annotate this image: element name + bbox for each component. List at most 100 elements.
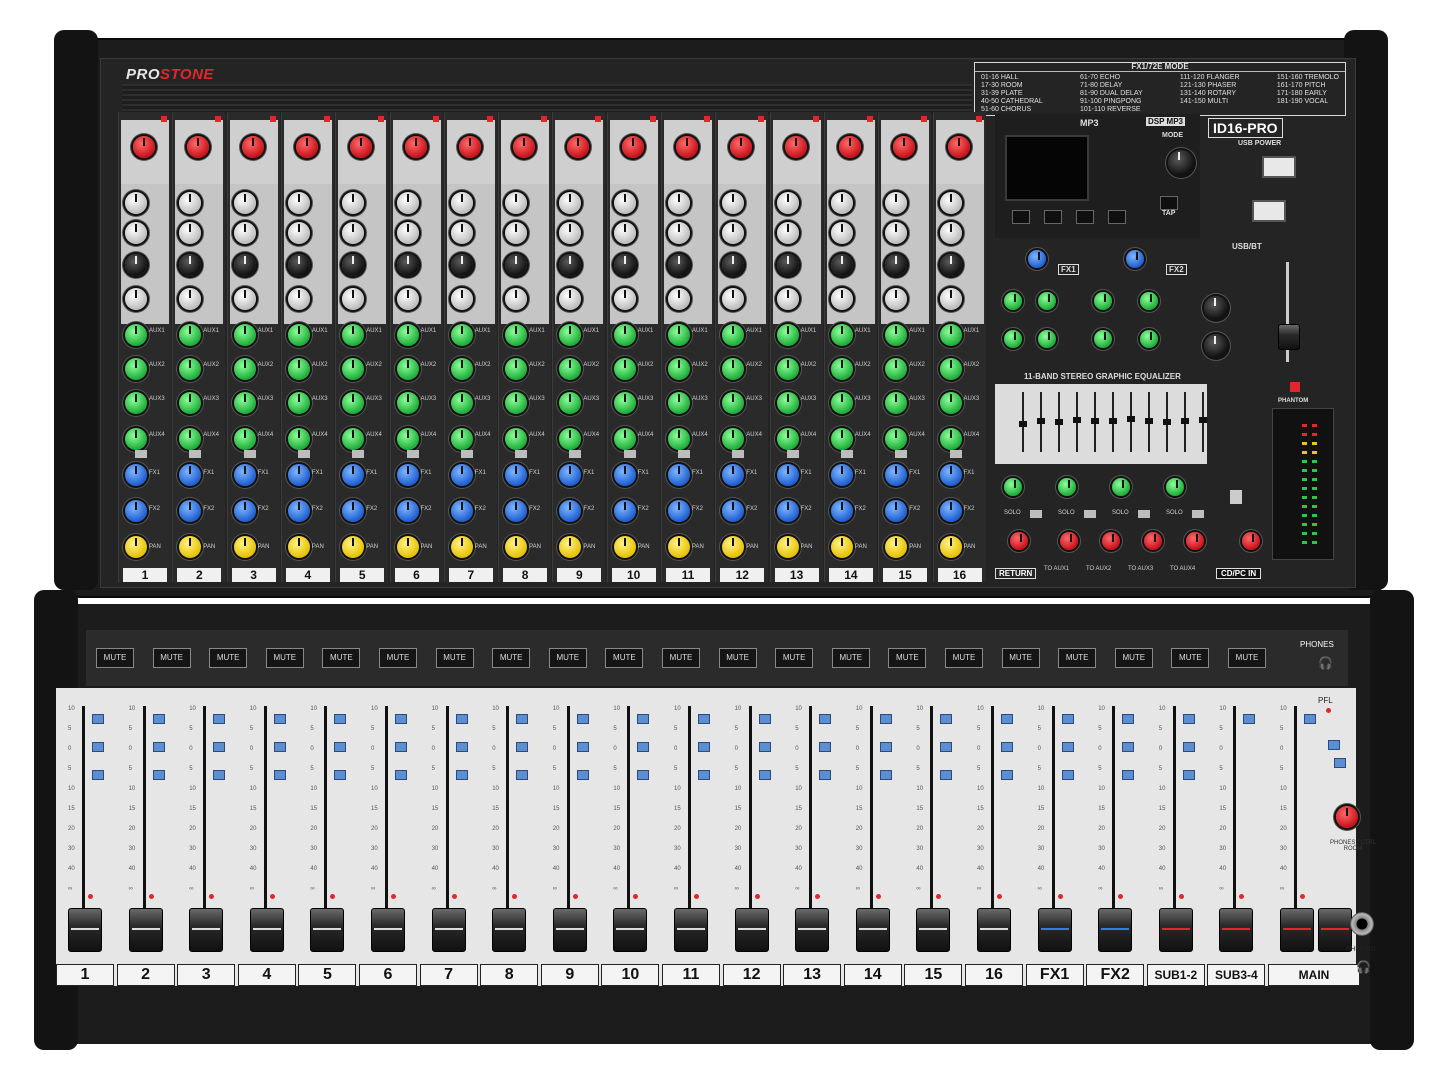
fx2-send-knob[interactable] [505, 500, 528, 522]
cd-rec-switch[interactable] [1230, 490, 1242, 504]
fx2-send-knob[interactable] [287, 500, 310, 522]
pfl-switch[interactable] [895, 450, 908, 458]
usb-playback-port[interactable] [1252, 200, 1286, 222]
sub-assign-button[interactable] [334, 742, 347, 752]
pfl-switch[interactable] [949, 450, 962, 458]
aux-send-knob[interactable] [179, 358, 202, 380]
ctrl-switch-2[interactable] [1334, 758, 1346, 768]
aux-send-knob[interactable] [939, 358, 962, 380]
fx1-send-knob[interactable] [342, 464, 365, 486]
fx2-send-knob[interactable] [559, 500, 582, 522]
sub-assign-button[interactable] [213, 742, 226, 752]
pfl-button[interactable] [637, 714, 650, 724]
aux-send-knob[interactable] [885, 358, 908, 380]
aux-send-knob[interactable] [396, 324, 419, 346]
mute-button[interactable]: MUTE [152, 648, 191, 668]
pan-knob[interactable] [559, 536, 582, 558]
channel-fader[interactable] [310, 908, 345, 952]
pan-knob[interactable] [125, 536, 147, 558]
pan-knob[interactable] [613, 536, 636, 558]
sub-assign-button[interactable] [879, 742, 892, 752]
fx2-send-knob[interactable] [233, 500, 256, 522]
sub-assign-button[interactable] [92, 742, 104, 752]
pan-knob[interactable] [830, 536, 853, 558]
sub-assign-button[interactable] [1182, 770, 1195, 780]
pfl-switch[interactable] [840, 450, 853, 458]
geq-slider[interactable] [1037, 418, 1045, 424]
geq-slider[interactable] [1163, 419, 1171, 426]
fx1-send-knob[interactable] [939, 464, 962, 486]
aux-send-knob[interactable] [450, 324, 473, 346]
sub-assign-button[interactable] [698, 770, 710, 780]
pfl-switch[interactable] [189, 450, 202, 458]
geq-slider[interactable] [1073, 416, 1081, 423]
aux-send-knob[interactable] [939, 428, 962, 450]
fx1-send-knob[interactable] [613, 464, 636, 486]
aux-send-knob[interactable] [668, 392, 690, 414]
fx2-send-knob[interactable] [776, 500, 799, 522]
aux-send-knob[interactable] [668, 324, 690, 346]
sub-assign-button[interactable] [152, 742, 165, 752]
channel-fader[interactable] [189, 908, 224, 952]
eq-mid-freq-knob[interactable] [505, 254, 528, 276]
aux-send-knob[interactable] [830, 428, 853, 450]
eq-mid-freq-knob[interactable] [776, 254, 799, 276]
mute-button[interactable]: MUTE [96, 648, 134, 668]
fx1-send-knob[interactable] [885, 464, 908, 486]
fx2-send-knob[interactable] [396, 500, 419, 522]
eq-high-knob[interactable] [505, 192, 528, 214]
sub-assign-button[interactable] [637, 770, 650, 780]
dsp-prev-button[interactable] [1012, 210, 1030, 224]
pan-knob[interactable] [722, 536, 745, 558]
channel-fader[interactable] [1037, 908, 1072, 952]
channel-fader[interactable] [674, 908, 708, 952]
dsp-next-button[interactable] [1076, 210, 1094, 224]
aux-send-knob[interactable] [613, 358, 636, 380]
aux-send-knob[interactable] [722, 392, 745, 414]
pfl-button[interactable] [879, 714, 892, 724]
sub-assign-button[interactable] [92, 770, 104, 780]
aux-send-knob[interactable] [125, 428, 147, 450]
aux-send-knob[interactable] [559, 428, 582, 450]
sub-assign-button[interactable] [516, 742, 529, 752]
aux-send-knob[interactable] [342, 324, 365, 346]
pfl-switch[interactable] [406, 450, 419, 458]
mute-button[interactable]: MUTE [548, 648, 587, 668]
mute-button[interactable]: MUTE [1001, 648, 1040, 668]
sub-assign-button[interactable] [758, 770, 771, 780]
pfl-button[interactable] [273, 714, 286, 724]
sub-assign-button[interactable] [576, 770, 589, 780]
sub-assign-button[interactable] [395, 742, 407, 752]
fx1-send-knob[interactable] [287, 464, 310, 486]
aux-send-knob[interactable] [885, 324, 908, 346]
aux-send-knob[interactable] [505, 358, 528, 380]
aux-solo-switch[interactable] [1084, 510, 1096, 518]
pan-knob[interactable] [505, 536, 528, 558]
eq-mid-freq-knob[interactable] [613, 254, 636, 276]
eq-low-knob[interactable] [776, 288, 799, 310]
aux-send-knob[interactable] [287, 428, 310, 450]
fx2-send-knob[interactable] [613, 500, 636, 522]
fx2-send-knob[interactable] [722, 500, 745, 522]
gain-knob[interactable] [784, 136, 807, 158]
usb-fader[interactable] [1278, 324, 1300, 350]
aux-send-knob[interactable] [559, 324, 582, 346]
mute-button[interactable]: MUTE [322, 648, 361, 668]
mute-button[interactable]: MUTE [1228, 648, 1266, 668]
eq-high-knob[interactable] [125, 192, 147, 214]
fx1-send-knob[interactable] [396, 464, 419, 486]
aux-send-knob[interactable] [830, 358, 853, 380]
aux-send-knob[interactable] [396, 428, 419, 450]
channel-fader[interactable] [492, 908, 527, 952]
dsp-mode-encoder[interactable] [1168, 150, 1194, 176]
eq-high-knob[interactable] [830, 192, 853, 214]
fx1-send-knob[interactable] [830, 464, 853, 486]
aux-send-knob[interactable] [613, 324, 636, 346]
fx2-program-knob[interactable] [1126, 250, 1144, 268]
sub-assign-button[interactable] [455, 742, 468, 752]
pfl-button[interactable] [698, 714, 710, 724]
return-knob[interactable] [1144, 532, 1162, 550]
channel-fader[interactable] [1098, 908, 1133, 952]
mute-button[interactable]: MUTE [1058, 648, 1097, 668]
eq-low-knob[interactable] [396, 288, 419, 310]
